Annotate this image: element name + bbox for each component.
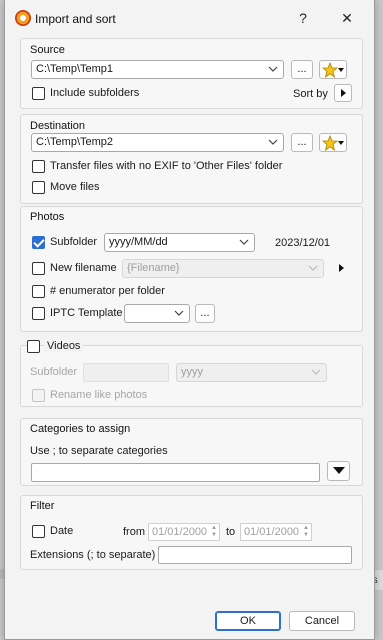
destination-path-value: C:\Temp\Temp2 [36,136,114,148]
from-label: from [123,526,145,538]
rename-like-photos-checkbox[interactable] [32,389,45,402]
move-files-checkbox[interactable] [32,181,45,194]
source-label: Source [30,44,65,56]
subfolder-preview: 2023/12/01 [275,237,331,249]
triangle-down-icon [332,467,345,474]
date-filter-checkbox[interactable] [32,525,45,538]
iptc-template-checkbox[interactable] [32,307,45,320]
new-filename-label: New filename [50,262,117,274]
subfolder-checkbox[interactable] [32,236,45,249]
app-icon [15,10,31,26]
subfolder-format-value: yyyy/MM/dd [109,236,168,248]
chevron-down-icon [308,265,318,271]
star-icon [322,62,338,78]
sort-by-button[interactable] [334,84,352,102]
chevron-down-icon [268,66,278,72]
categories-input[interactable] [31,463,320,482]
source-favorites-button[interactable] [319,60,347,79]
dropdown-arrow-icon [338,141,344,145]
include-subfolders-checkbox[interactable] [32,87,45,100]
chevron-down-icon [174,310,184,316]
source-path-value: C:\Temp\Temp1 [36,63,114,75]
videos-label: Videos [44,340,84,352]
iptc-template-browse-button[interactable]: ... [195,304,215,323]
video-subfolder-input[interactable] [83,363,169,382]
sort-by-label: Sort by [293,88,328,100]
cancel-button[interactable]: Cancel [289,611,355,631]
video-subfolder-format-combo[interactable]: yyyy [176,363,327,382]
destination-label: Destination [30,120,86,132]
extensions-label: Extensions (; to separate) [30,549,156,561]
from-date-value: 01/01/2000 [152,526,208,538]
spinner-icon: ▲ ▼ [303,525,309,538]
close-button[interactable]: ✕ [332,6,362,30]
source-group: Source C:\Temp\Temp1 ... Include subfold… [20,38,363,109]
videos-group: Videos Subfolder yyyy Rename like photos [20,340,363,407]
filter-group: Filter Date from 01/01/2000 ▲ ▼ to 01/01/… [20,495,363,570]
categories-group: Categories to assign Use ; to separate c… [20,418,363,486]
include-subfolders-label: Include subfolders [50,87,140,99]
subfolder-label: Subfolder [50,236,98,248]
spinner-icon: ▲ ▼ [211,525,217,538]
window-title: Import and sort [35,12,116,26]
dropdown-arrow-icon [338,68,344,72]
star-icon [322,135,338,151]
transfer-no-exif-label: Transfer files with no EXIF to 'Other Fi… [50,160,283,172]
video-subfolder-format-value: yyyy [181,366,203,378]
to-date-value: 01/01/2000 [244,526,300,538]
subfolder-format-combo[interactable]: yyyy/MM/dd [104,233,255,252]
photos-label: Photos [30,211,65,223]
extensions-input[interactable] [158,546,352,564]
categories-label: Categories to assign [30,423,131,435]
destination-browse-button[interactable]: ... [291,133,313,152]
source-path-combo[interactable]: C:\Temp\Temp1 [31,60,284,79]
video-subfolder-label: Subfolder [30,366,78,378]
from-date-field[interactable]: 01/01/2000 ▲ ▼ [148,523,220,541]
categories-menu-button[interactable] [327,461,350,481]
iptc-template-label: IPTC Template [50,307,123,319]
chevron-down-icon [239,239,249,245]
move-files-label: Move files [50,181,100,193]
new-filename-combo[interactable]: {Filename} [122,259,324,278]
title-bar: Import and sort ? ✕ [5,0,374,36]
rename-like-photos-label: Rename like photos [50,389,148,401]
chevron-down-icon [268,139,278,145]
videos-checkbox[interactable] [27,340,40,353]
destination-favorites-button[interactable] [319,133,347,152]
destination-group: Destination C:\Temp\Temp2 ... Transfer f… [20,114,363,204]
import-and-sort-dialog: Import and sort ? ✕ Source C:\Temp\Temp1… [4,0,375,640]
chevron-down-icon [311,369,321,375]
new-filename-value: {Filename} [127,262,180,274]
to-date-field[interactable]: 01/01/2000 ▲ ▼ [240,523,312,541]
ok-button[interactable]: OK [215,611,281,631]
categories-hint: Use ; to separate categories [30,445,168,457]
new-filename-menu-button[interactable] [332,259,350,277]
enumerator-checkbox[interactable] [32,285,45,298]
photos-group: Photos Subfolder yyyy/MM/dd 2023/12/01 N… [20,206,363,332]
source-browse-button[interactable]: ... [291,60,313,79]
date-filter-label: Date [50,525,74,537]
help-button[interactable]: ? [288,6,318,30]
to-label: to [226,526,236,538]
iptc-template-combo[interactable] [124,304,190,323]
enumerator-label: # enumerator per folder [50,285,165,297]
filter-label: Filter [30,500,55,512]
new-filename-checkbox[interactable] [32,262,45,275]
close-icon: ✕ [341,10,353,26]
transfer-no-exif-checkbox[interactable] [32,160,45,173]
destination-path-combo[interactable]: C:\Temp\Temp2 [31,133,284,152]
